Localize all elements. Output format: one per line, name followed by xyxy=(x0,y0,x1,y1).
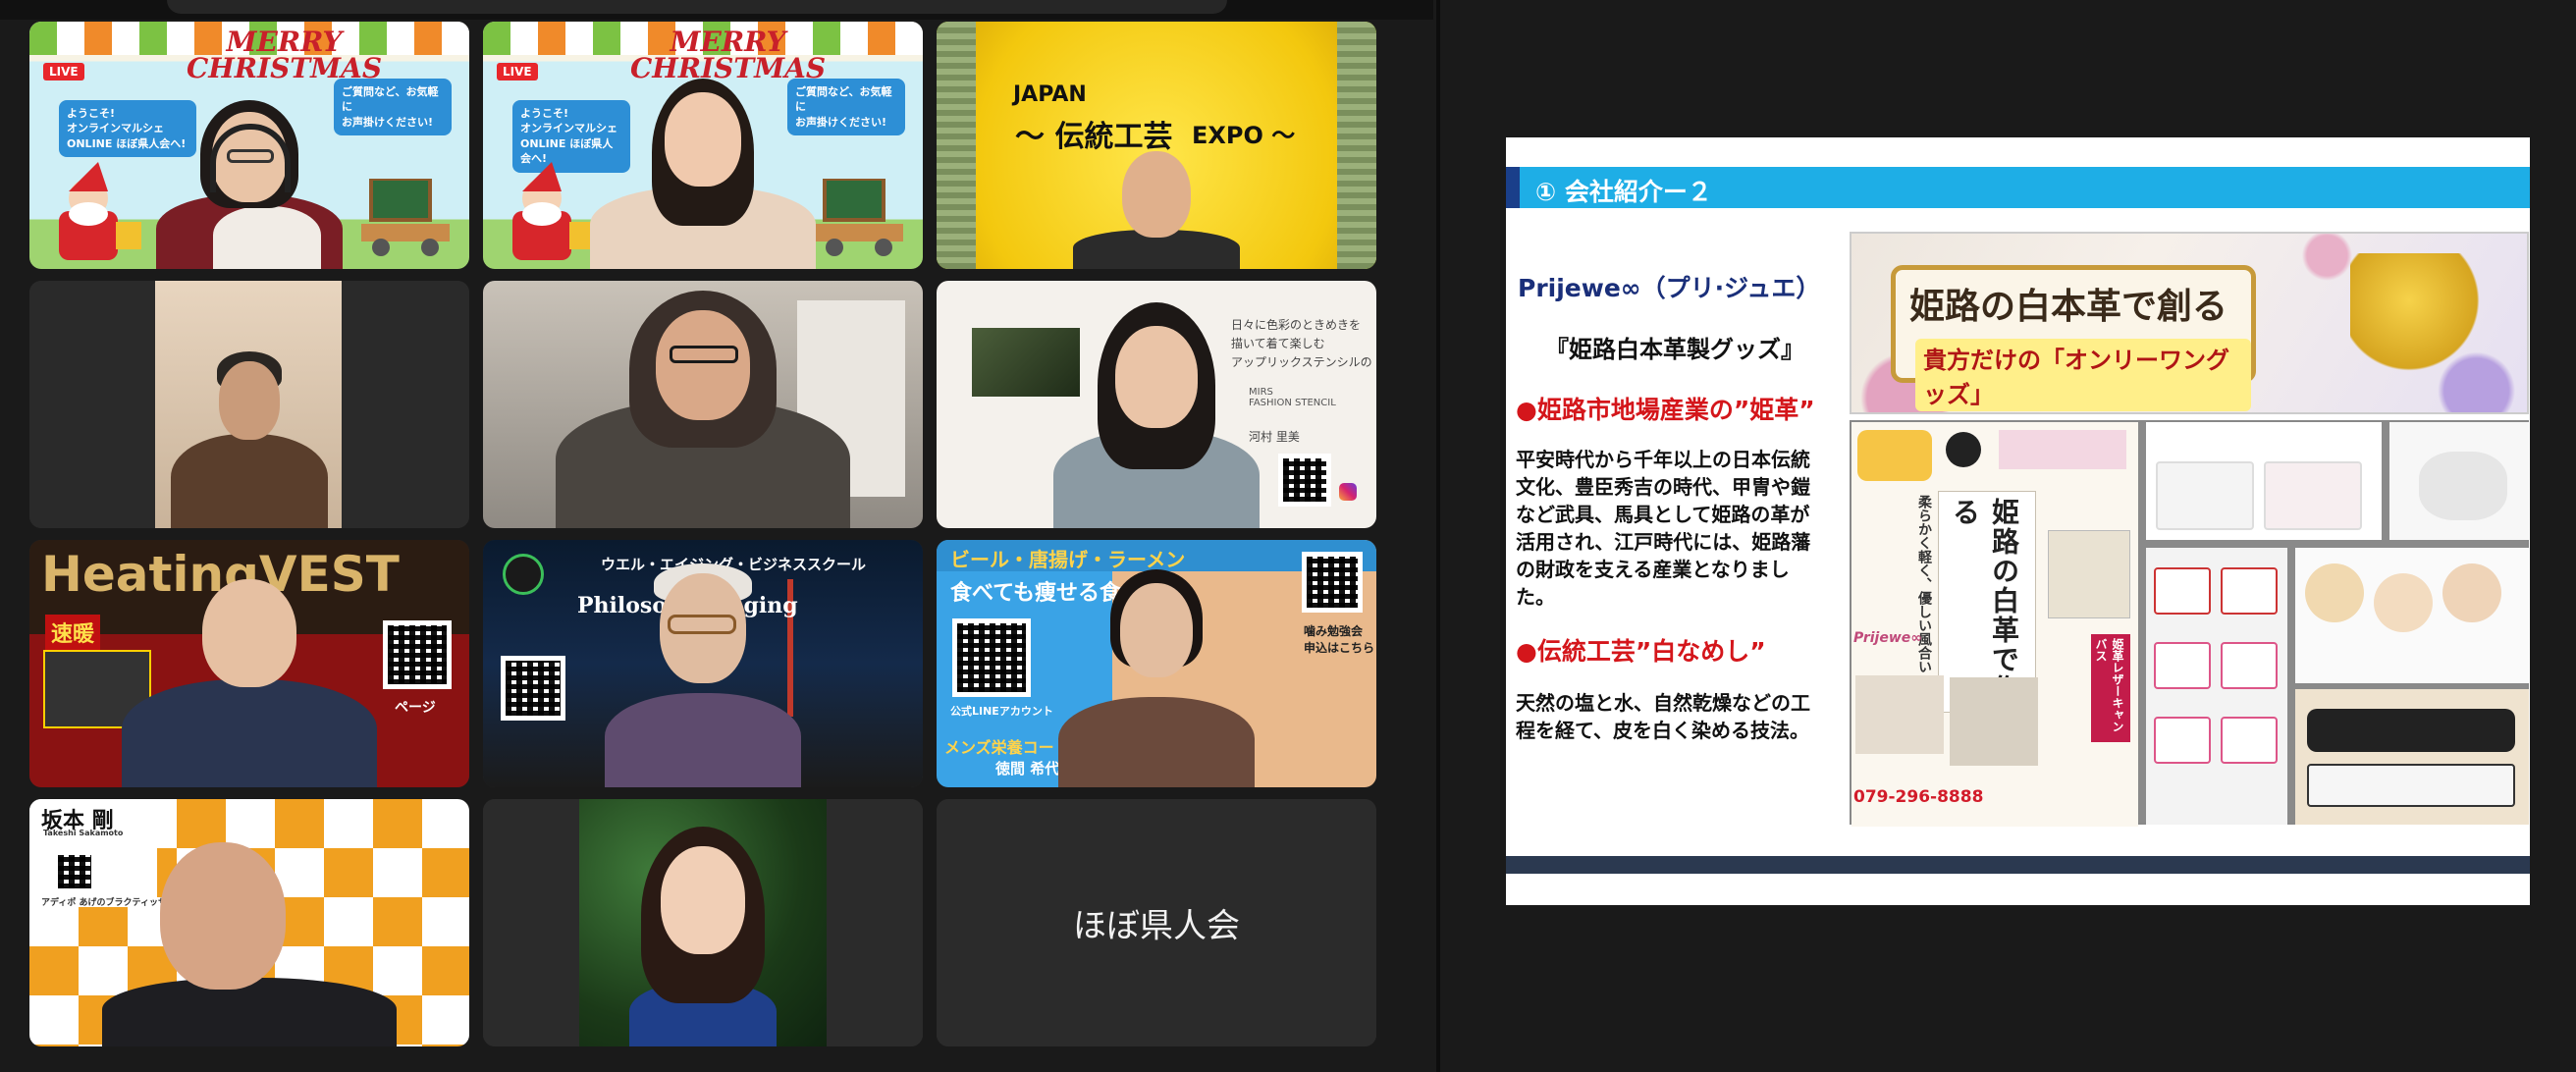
participant-tile-8[interactable]: ウエル・エイジング・ビジネススクール Philosop ell Aging xyxy=(483,540,923,787)
slide-header: ① 会社紹介ー２ xyxy=(1506,167,2530,208)
participant-body xyxy=(605,693,801,787)
participant-tile-11[interactable] xyxy=(483,799,923,1046)
participant-tile-9[interactable]: ビール・唐揚げ・ラーメン 食べても痩せる食べ す! 公式LINEアカウント 噛み… xyxy=(937,540,1376,787)
qr-code xyxy=(501,656,565,721)
brand-name: Prijewe∞（プリ·ジュエ） xyxy=(1518,274,1821,302)
participant-body xyxy=(171,434,328,528)
quick-warm-badge: 速暖 xyxy=(45,615,101,650)
crest-icon xyxy=(1946,432,1981,467)
participant-face xyxy=(661,846,745,954)
participant-face xyxy=(219,361,280,440)
section-body-1: 平安時代から千年以上の日本伝統 文化、豊臣秀吉の時代、甲冑や鎧 など武具、馬具として… xyxy=(1516,448,1811,609)
participant-body xyxy=(102,978,397,1046)
participant-gallery: LIVE MERRY CHRISTMAS ようこそ! オンラインマルシェ ONLI… xyxy=(29,22,1376,1052)
stencil-picture xyxy=(972,328,1080,397)
participant-face xyxy=(1115,326,1198,428)
view-divider[interactable] xyxy=(1436,0,1440,1072)
banner-subheadline: 貴方だけの「オンリーワングッズ」 xyxy=(1915,339,2251,411)
participant-face xyxy=(656,310,750,420)
line-account-label: 公式LINEアカウント xyxy=(950,705,1053,718)
qr-code-2 xyxy=(1302,552,1363,613)
participant-face xyxy=(160,842,287,990)
product-leaflet: 姫路の白革で作る 柔らかく軽く、優しい風合い 姫革レザーキャンバス Prijew… xyxy=(1852,422,2138,827)
speaker-title: アディポ あげのブラクティッサ xyxy=(41,898,167,908)
meeting-window: LIVE MERRY CHRISTMAS ようこそ! オンラインマルシェ ONLI… xyxy=(0,0,2576,1072)
slide-footer-bar xyxy=(1506,856,2530,874)
product-photo-cases xyxy=(2146,548,2287,825)
product-collage: 姫路の白革で作る 柔らかく軽く、優しい風合い 姫革レザーキャンバス Prijew… xyxy=(1850,420,2529,827)
qr-code xyxy=(952,618,1031,697)
slide-title: ① 会社紹介ー２ xyxy=(1535,178,1712,206)
product-photo-badges xyxy=(2295,548,2529,683)
leaflet-tag: 姫革レザーキャンバス xyxy=(2091,634,2130,742)
stencil-brand: MIRS FASHION STENCIL xyxy=(1249,387,1336,408)
product-photo-pouch xyxy=(2146,422,2382,540)
top-toolbar-strip xyxy=(0,0,1433,20)
headset-icon xyxy=(210,124,291,192)
stencil-owner-name: 河村 里美 xyxy=(1249,430,1300,444)
product-line: 『姫路白本革製グッズ』 xyxy=(1545,336,1804,363)
glasses-icon xyxy=(668,615,736,634)
welcome-bubble: ようこそ! オンラインマルシェ ONLINE ほぼ県人会へ! xyxy=(59,100,196,158)
nutrition-coach-text: メンズ栄養コー xyxy=(944,738,1054,757)
participant-face xyxy=(1122,151,1191,238)
question-bubble: ご質問など、お気軽に お声掛けください! xyxy=(334,79,452,136)
qr-code xyxy=(1278,454,1331,507)
participant-tile-3-active-speaker[interactable]: JAPAN 〜 伝統工芸 EXPO 〜 xyxy=(937,22,1376,269)
page-caption: ページ xyxy=(395,700,436,716)
participant-tile-12[interactable]: ほぼ県人会 xyxy=(937,799,1376,1046)
expo-line-1: JAPAN xyxy=(1013,82,1087,107)
stencil-sign-text: 日々に色彩のときめきを 描いて着て楽しむ アップリックステンシルの xyxy=(1231,318,1372,370)
question-bubble: ご質問など、お気軽に お声掛けください! xyxy=(787,79,905,136)
section-body-2: 天然の塩と水、自然乾燥などの工 程を経て、皮を白く染める技法。 xyxy=(1516,691,1810,742)
participant-body xyxy=(1058,697,1255,787)
board-illustration xyxy=(815,179,903,256)
participant-face xyxy=(202,579,296,687)
instagram-icon xyxy=(1339,483,1357,501)
participant-face xyxy=(1120,583,1193,677)
leaflet-brand: Prijewe∞ xyxy=(1853,630,1922,646)
study-signup-text: 噛み勉強会 申込はこちら xyxy=(1304,624,1375,655)
participant-tile-1[interactable]: LIVE MERRY CHRISTMAS ようこそ! オンラインマルシェ ONLI… xyxy=(29,22,469,269)
expo-line-2: 〜 伝統工芸 xyxy=(1015,120,1173,154)
participant-tile-2[interactable]: LIVE MERRY CHRISTMAS ようこそ! オンラインマルシェ ONLI… xyxy=(483,22,923,269)
merry-christmas-text: MERRY CHRISTMAS xyxy=(630,26,827,84)
product-banner: 姫路の白本革で創る 貴方だけの「オンリーワングッズ」 xyxy=(1850,232,2529,414)
participant-tile-7[interactable]: HeatingVEST 速暖 ページ xyxy=(29,540,469,787)
product-photo-accessories xyxy=(2389,422,2529,540)
santa-illustration xyxy=(512,162,595,260)
participant-tile-6[interactable]: 日々に色彩のときめきを 描いて着て楽しむ アップリックステンシルの MIRS F… xyxy=(937,281,1376,528)
participant-tile-4[interactable] xyxy=(29,281,469,528)
speaker-romaji: Takeshi Sakamoto xyxy=(43,829,124,837)
merry-christmas-text: MERRY CHRISTMAS xyxy=(187,26,383,84)
participant-face xyxy=(665,92,741,187)
section-heading-2: ●伝統工芸”白なめし” xyxy=(1516,637,1766,666)
participant-tile-5[interactable] xyxy=(483,281,923,528)
live-badge: LIVE xyxy=(497,63,538,80)
school-logo xyxy=(503,554,544,595)
glasses-icon xyxy=(670,346,738,363)
promo-top-line: ビール・唐揚げ・ラーメン xyxy=(950,548,1186,571)
qr-code xyxy=(53,850,96,893)
expo-line-3: EXPO 〜 xyxy=(1192,122,1296,149)
product-photo-keychains xyxy=(2295,689,2529,825)
leaflet-phone: 079-296-8888 xyxy=(1853,787,1984,807)
toolbar-handle[interactable] xyxy=(167,0,1227,14)
participant-display-name: ほぼ県人会 xyxy=(1073,906,1240,946)
coach-name: 徳間 希代 xyxy=(995,760,1060,777)
qr-code xyxy=(383,620,452,689)
live-badge: LIVE xyxy=(43,63,84,80)
banner-headline: 姫路の白本革で創る xyxy=(1909,286,2228,327)
participant-body xyxy=(122,679,377,787)
section-heading-1: ●姫路市地場産業の”姫革” xyxy=(1516,396,1815,424)
santa-illustration xyxy=(59,162,141,260)
participant-tile-10[interactable]: 坂本 剛 Takeshi Sakamoto アディポ あげのブラクティッサ xyxy=(29,799,469,1046)
board-illustration xyxy=(361,179,450,256)
shared-screen-slide: ① 会社紹介ー２ Prijewe∞（プリ·ジュエ） 『姫路白本革製グッズ』 ●姫… xyxy=(1506,137,2530,905)
